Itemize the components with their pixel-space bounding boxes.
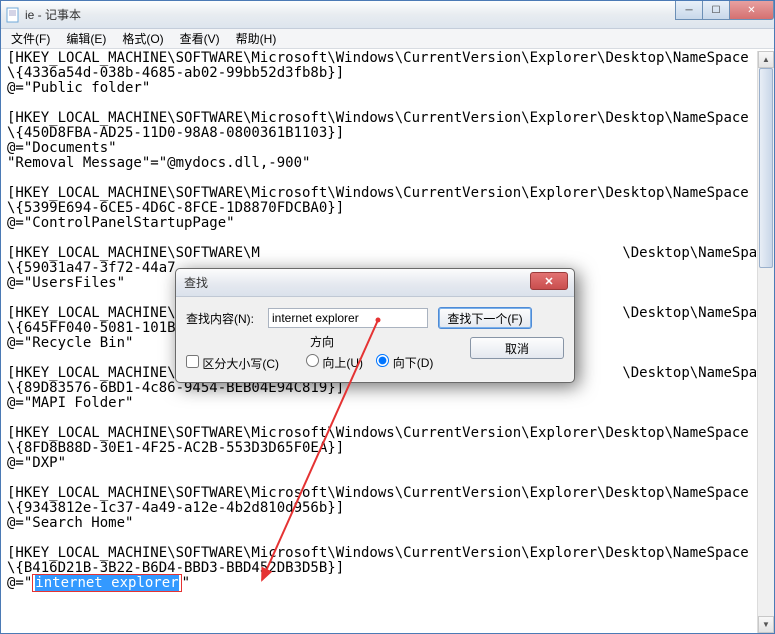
window-controls: ─ ☐ ✕ [676,1,774,20]
titlebar[interactable]: ie - 记事本 ─ ☐ ✕ [1,1,774,29]
cancel-button[interactable]: 取消 [470,337,564,359]
direction-label: 方向 [310,333,447,350]
match-case-checkbox[interactable]: 区分大小写(C) [186,357,279,371]
scroll-up-button[interactable]: ▲ [758,51,774,68]
dialog-close-button[interactable]: ✕ [530,272,568,290]
radio-up-input[interactable] [306,354,319,367]
scroll-down-button[interactable]: ▼ [758,616,774,633]
maximize-button[interactable]: ☐ [702,1,730,20]
close-button[interactable]: ✕ [729,1,774,20]
dialog-title: 查找 [184,274,208,291]
find-dialog: 查找 ✕ 查找内容(N): 查找下一个(F) 取消 方向 向上(U) 向下(D)… [175,268,575,383]
minimize-button[interactable]: ─ [675,1,703,20]
menu-help[interactable]: 帮助(H) [228,28,285,49]
menu-format[interactable]: 格式(O) [114,28,171,49]
menubar: 文件(F) 编辑(E) 格式(O) 查看(V) 帮助(H) [1,29,774,49]
menu-file[interactable]: 文件(F) [3,28,58,49]
radio-down[interactable]: 向下(D) [376,356,433,370]
dialog-titlebar[interactable]: 查找 ✕ [176,269,574,297]
menu-edit[interactable]: 编辑(E) [58,28,114,49]
radio-up[interactable]: 向上(U) [306,356,363,370]
find-label: 查找内容(N): [186,310,268,327]
vertical-scrollbar[interactable]: ▲ ▼ [757,51,774,633]
notepad-icon [5,7,21,23]
direction-group: 方向 向上(U) 向下(D) [306,333,443,371]
window-title: ie - 记事本 [25,6,81,23]
scroll-thumb[interactable] [759,68,773,268]
found-text-box: internet explorer [32,574,181,592]
radio-down-input[interactable] [376,354,389,367]
menu-view[interactable]: 查看(V) [172,28,228,49]
match-case-input[interactable] [186,355,199,368]
find-input[interactable] [268,308,428,328]
find-next-button[interactable]: 查找下一个(F) [438,307,532,329]
selected-text: internet explorer [35,575,178,591]
dialog-body: 查找内容(N): 查找下一个(F) 取消 方向 向上(U) 向下(D) 区分大小… [176,297,574,384]
